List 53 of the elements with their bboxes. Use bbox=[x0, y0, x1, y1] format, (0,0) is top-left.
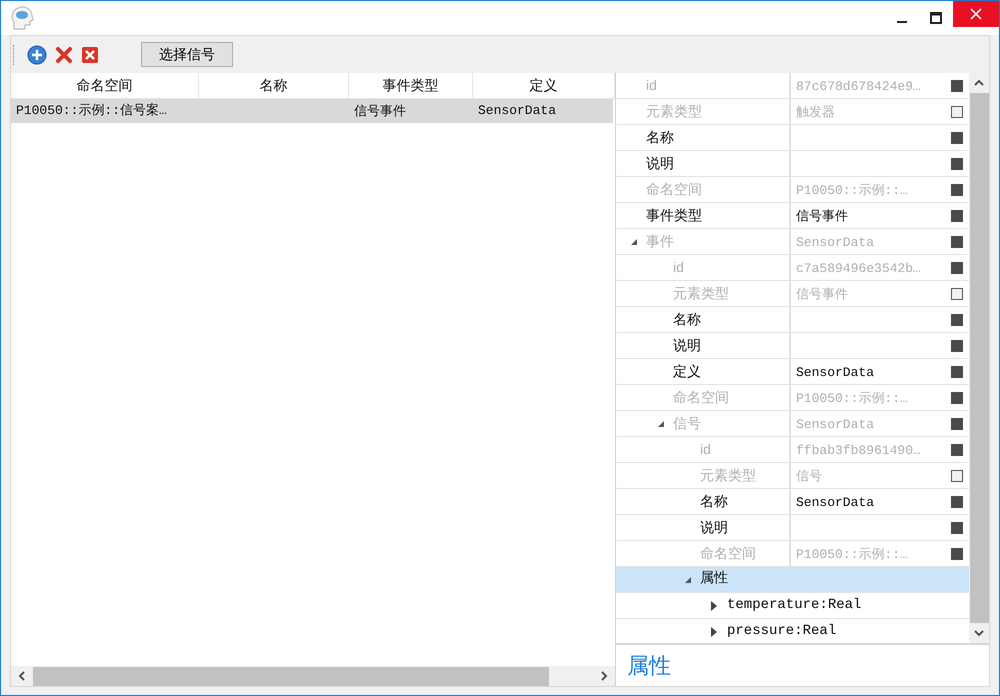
table-cell-text: P10050::示例::信号案… bbox=[16, 102, 167, 120]
delete-icon[interactable] bbox=[55, 46, 73, 64]
column-header[interactable]: 名称 bbox=[199, 73, 349, 98]
minimize-icon bbox=[897, 21, 907, 23]
property-name: 名称 bbox=[700, 492, 728, 511]
scroll-down-icon[interactable] bbox=[974, 629, 984, 637]
group-label: pressure:Real bbox=[727, 622, 836, 641]
property-value[interactable]: 信号事件 bbox=[796, 208, 848, 224]
property-name: id bbox=[673, 258, 684, 277]
close-icon bbox=[970, 8, 982, 20]
table-cell-text: 信号事件 bbox=[354, 102, 406, 120]
scroll-right-icon[interactable] bbox=[600, 671, 608, 681]
horizontal-scrollbar[interactable] bbox=[11, 666, 615, 686]
scroll-up-icon[interactable] bbox=[974, 79, 984, 87]
property-name: 说明 bbox=[700, 518, 728, 537]
close-box-icon[interactable] bbox=[81, 46, 99, 64]
group-label: temperature:Real bbox=[727, 596, 862, 615]
table-cell-text: SensorData bbox=[478, 102, 556, 120]
maximize-icon bbox=[930, 12, 942, 24]
scroll-left-icon[interactable] bbox=[18, 671, 26, 681]
value-marker-square[interactable] bbox=[951, 210, 963, 222]
property-name: id bbox=[646, 76, 657, 95]
property-name: 事件类型 bbox=[646, 206, 702, 225]
column-header[interactable]: 事件类型 bbox=[349, 73, 473, 98]
property-name: 事件 bbox=[646, 232, 674, 251]
property-row[interactable]: 说明 bbox=[616, 151, 969, 177]
close-button[interactable] bbox=[953, 1, 999, 27]
property-row[interactable]: 名称 bbox=[616, 125, 969, 151]
add-icon[interactable] bbox=[27, 44, 47, 64]
property-row[interactable]: 事件类型 信号事件 bbox=[616, 203, 969, 229]
property-name: 名称 bbox=[646, 128, 674, 147]
property-name: id bbox=[700, 440, 711, 459]
property-name: 命名空间 bbox=[646, 180, 702, 199]
property-name: 命名空间 bbox=[700, 544, 756, 563]
scrollbar-thumb[interactable] bbox=[33, 666, 549, 686]
group-label: 属性 bbox=[700, 570, 728, 589]
property-name: 定义 bbox=[673, 362, 701, 381]
select-signal-button[interactable]: 选择信号 bbox=[141, 42, 233, 67]
column-header[interactable]: 定义 bbox=[473, 73, 615, 98]
table-row[interactable]: P10050::示例::信号案… 信号事件 SensorData bbox=[11, 99, 613, 123]
head-logo-icon bbox=[10, 5, 34, 31]
value-marker-square[interactable] bbox=[951, 132, 963, 144]
property-name: 元素类型 bbox=[700, 466, 756, 485]
property-name: 说明 bbox=[646, 154, 674, 173]
column-header[interactable]: 命名空间 bbox=[11, 73, 199, 98]
description-title: 属性 bbox=[627, 653, 671, 678]
property-name: 名称 bbox=[673, 310, 701, 329]
value-marker-square[interactable] bbox=[951, 158, 963, 170]
property-name: 信号 bbox=[673, 414, 701, 433]
property-name: 元素类型 bbox=[646, 102, 702, 121]
property-name: 说明 bbox=[673, 336, 701, 355]
property-name: 命名空间 bbox=[673, 388, 729, 407]
property-name: 元素类型 bbox=[673, 284, 729, 303]
